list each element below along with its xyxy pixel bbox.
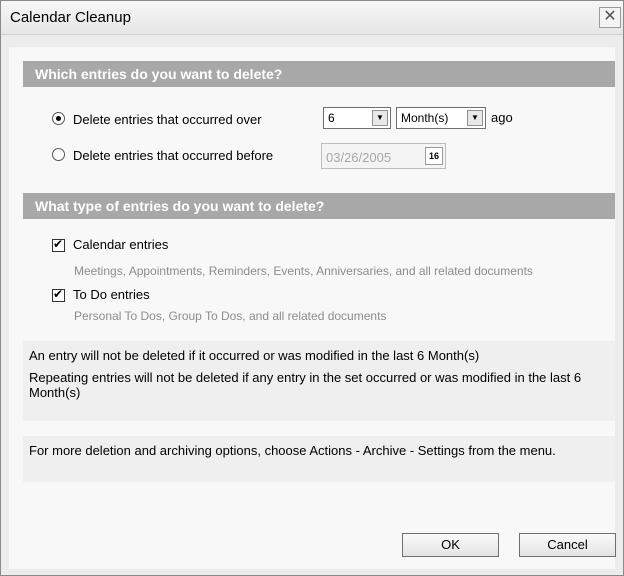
- calendar-entries-description: Meetings, Appointments, Reminders, Event…: [74, 264, 533, 278]
- unit-value: Month(s): [401, 111, 449, 125]
- ago-label: ago: [491, 110, 513, 125]
- amount-value: 6: [328, 111, 335, 125]
- chevron-down-icon[interactable]: ▼: [372, 110, 388, 126]
- checkbox-calendar-entries[interactable]: [52, 237, 65, 252]
- title-bar: Calendar Cleanup ✕: [1, 1, 623, 35]
- section-header-type: What type of entries do you want to dele…: [23, 193, 615, 219]
- ok-button[interactable]: OK: [402, 533, 499, 557]
- retention-info-line1: An entry will not be deleted if it occur…: [29, 348, 480, 363]
- chevron-down-icon[interactable]: ▼: [467, 110, 483, 126]
- unit-select[interactable]: Month(s) ▼: [396, 107, 486, 129]
- radio-delete-over[interactable]: [52, 112, 65, 125]
- calendar-cleanup-dialog: Calendar Cleanup ✕ Which entries do you …: [0, 0, 624, 576]
- calendar-entries-label[interactable]: Calendar entries: [73, 237, 168, 252]
- section-header-which: Which entries do you want to delete?: [23, 61, 615, 87]
- dialog-title: Calendar Cleanup: [10, 9, 131, 26]
- retention-info-box: An entry will not be deleted if it occur…: [23, 341, 615, 421]
- todo-entries-description: Personal To Dos, Group To Dos, and all r…: [74, 309, 387, 323]
- close-icon[interactable]: ✕: [599, 7, 621, 28]
- amount-select[interactable]: 6 ▼: [323, 107, 391, 129]
- calendar-icon[interactable]: 16: [425, 147, 443, 165]
- delete-before-label[interactable]: Delete entries that occurred before: [73, 148, 273, 163]
- delete-over-label[interactable]: Delete entries that occurred over: [73, 112, 262, 127]
- todo-entries-label[interactable]: To Do entries: [73, 287, 150, 302]
- cancel-button[interactable]: Cancel: [519, 533, 616, 557]
- archive-tip-text: For more deletion and archiving options,…: [29, 443, 556, 458]
- radio-delete-before[interactable]: [52, 148, 65, 161]
- archive-tip-box: For more deletion and archiving options,…: [23, 436, 615, 482]
- retention-info-line2: Repeating entries will not be deleted if…: [29, 370, 582, 400]
- checkbox-todo-entries[interactable]: [52, 287, 65, 302]
